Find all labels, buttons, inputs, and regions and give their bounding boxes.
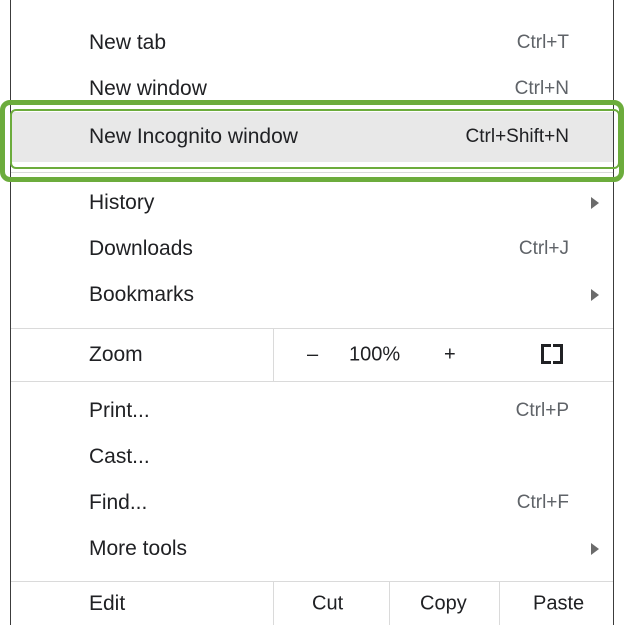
new-tab-shortcut: Ctrl+T — [516, 32, 569, 53]
menu-row-zoom: Zoom – 100% + — [11, 329, 613, 381]
menu-item-find[interactable]: Find... Ctrl+F — [11, 480, 613, 526]
edit-divider — [389, 582, 390, 625]
chrome-main-menu: New tab Ctrl+T New window Ctrl+N New Inc… — [10, 0, 614, 625]
new-incognito-shortcut: Ctrl+Shift+N — [465, 126, 569, 147]
find-shortcut: Ctrl+F — [516, 492, 569, 513]
submenu-arrow-icon — [591, 543, 599, 555]
bookmarks-label: Bookmarks — [89, 283, 195, 306]
menu-item-history[interactable]: History — [11, 180, 613, 226]
print-label: Print... — [89, 399, 150, 422]
cast-label: Cast... — [89, 445, 150, 468]
new-incognito-label: New Incognito window — [89, 125, 298, 148]
edit-divider — [273, 582, 274, 625]
fullscreen-icon[interactable] — [541, 344, 563, 364]
submenu-arrow-icon — [591, 197, 599, 209]
downloads-shortcut: Ctrl+J — [518, 238, 569, 259]
find-label: Find... — [89, 491, 148, 514]
menu-item-more-tools[interactable]: More tools — [11, 526, 613, 572]
menu-separator — [11, 172, 613, 173]
history-label: History — [89, 191, 155, 214]
menu-separator — [11, 381, 613, 382]
new-tab-label: New tab — [89, 31, 167, 54]
menu-item-print[interactable]: Print... Ctrl+P — [11, 388, 613, 434]
edit-divider — [499, 582, 500, 625]
downloads-label: Downloads — [89, 237, 193, 260]
paste-button[interactable]: Paste — [533, 592, 584, 615]
menu-item-downloads[interactable]: Downloads Ctrl+J — [11, 226, 613, 272]
edit-label: Edit — [89, 591, 126, 615]
print-shortcut: Ctrl+P — [515, 400, 569, 421]
copy-button[interactable]: Copy — [420, 592, 467, 615]
zoom-divider — [273, 329, 274, 381]
menu-item-bookmarks[interactable]: Bookmarks — [11, 272, 613, 318]
new-window-label: New window — [89, 77, 207, 100]
cut-button[interactable]: Cut — [312, 592, 343, 615]
menu-item-new-tab[interactable]: New tab Ctrl+T — [11, 20, 613, 66]
menu-row-edit: Edit Cut Copy Paste — [11, 582, 613, 625]
menu-item-cast[interactable]: Cast... — [11, 434, 613, 480]
zoom-label: Zoom — [89, 343, 143, 366]
menu-item-new-window[interactable]: New window Ctrl+N — [11, 66, 613, 112]
zoom-in-button[interactable]: + — [444, 344, 456, 367]
new-window-shortcut: Ctrl+N — [514, 78, 569, 99]
zoom-level: 100% — [349, 343, 401, 366]
submenu-arrow-icon — [591, 289, 599, 301]
more-tools-label: More tools — [89, 537, 188, 560]
menu-item-new-incognito-window[interactable]: New Incognito window Ctrl+Shift+N — [11, 112, 613, 162]
zoom-out-button[interactable]: – — [307, 344, 318, 367]
